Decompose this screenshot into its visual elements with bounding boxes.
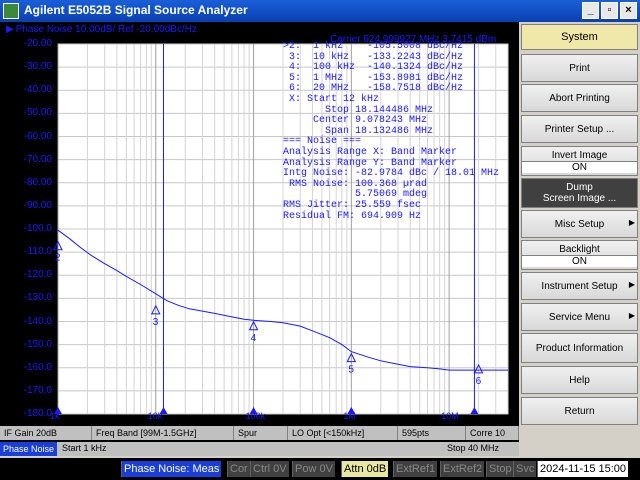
y-tick-label: -150.0 <box>23 338 52 350</box>
submenu-arrow-icon: ▶ <box>628 311 635 320</box>
printer-setup-button[interactable]: Printer Setup ... <box>521 115 638 143</box>
x-tick-label: 100k <box>245 411 266 421</box>
printer-setup-label: Printer Setup ... <box>544 123 615 135</box>
pow-status: Pow 0V <box>292 461 335 477</box>
y-tick-label: -140.0 <box>23 315 52 327</box>
softkey-panel: System Print Abort Printing Printer Setu… <box>519 22 640 458</box>
extref2-status: ExtRef2 <box>440 461 485 477</box>
abort-printing-button[interactable]: Abort Printing <box>521 84 638 112</box>
measurement-window[interactable]: ▶ Phase Noise 10.00dB/ Ref -20.00dBc/Hz C… <box>0 22 519 442</box>
submenu-arrow-icon: ▶ <box>628 218 635 227</box>
x-tick-label: 10k <box>147 411 163 421</box>
y-tick-label: -110.0 <box>24 246 52 258</box>
backlight-button[interactable]: Backlight ON <box>521 240 638 270</box>
sweep-status-bar: Phase Noise Start 1 kHz Stop 40 MHz <box>0 442 519 456</box>
start-freq[interactable]: Start 1 kHz <box>62 443 107 453</box>
product-information-label: Product Information <box>535 342 624 354</box>
invert-image-button[interactable]: Invert Image ON <box>521 146 638 176</box>
x-tick-label: 10M <box>441 411 459 421</box>
y-tick-label: -40.00 <box>23 84 52 96</box>
y-tick-label: -20.00 <box>23 38 52 49</box>
correction-status[interactable]: Corre 10 <box>466 426 519 440</box>
y-tick-label: -70.00 <box>23 153 52 165</box>
help-label: Help <box>569 374 590 386</box>
if-gain-status[interactable]: IF Gain 20dB <box>0 426 92 440</box>
spur-status[interactable]: Spur <box>234 426 288 440</box>
misc-setup-label: Misc Setup <box>554 218 605 230</box>
cor-status: Cor <box>227 461 250 477</box>
service-menu-button[interactable]: Service Menu ▶ <box>521 303 638 331</box>
svc-status: Svc <box>513 461 537 477</box>
window-titlebar: Agilent E5052B Signal Source Analyzer _ … <box>0 0 640 22</box>
minimize-button[interactable]: _ <box>582 2 599 19</box>
y-tick-label: -80.00 <box>23 176 52 188</box>
x-tick-label: 1M <box>343 411 356 421</box>
close-button[interactable]: × <box>620 2 637 19</box>
annotation-line: Analysis Range X: Band Marker <box>283 146 458 158</box>
print-button[interactable]: Print <box>521 54 638 82</box>
lo-opt-status[interactable]: LO Opt [<150kHz] <box>288 426 398 440</box>
service-menu-label: Service Menu <box>548 311 611 323</box>
points-status[interactable]: 595pts <box>398 426 466 440</box>
submenu-arrow-icon: ▶ <box>628 280 635 289</box>
maximize-button[interactable]: ▫ <box>601 2 618 19</box>
marker-label-5: 5 <box>348 365 354 376</box>
invert-image-state: ON <box>522 160 637 173</box>
misc-setup-button[interactable]: Misc Setup ▶ <box>521 210 638 238</box>
window-title: Agilent E5052B Signal Source Analyzer <box>24 3 248 17</box>
meas-status: Phase Noise: Meas <box>121 461 222 477</box>
marker-annotation-panel: >2: 1 kHz -105.5008 dBc/Hz 3: 10 kHz -13… <box>283 41 499 222</box>
stop-freq[interactable]: Stop 40 MHz <box>447 443 499 453</box>
instrument-setup-label: Instrument Setup <box>541 280 618 292</box>
y-tick-label: -30.00 <box>23 61 52 73</box>
y-tick-label: -90.00 <box>23 199 52 211</box>
dump-sub-label: Screen Image ... <box>542 193 617 204</box>
ctrl-status: Ctrl 0V <box>250 461 289 477</box>
softkey-header: System <box>521 24 638 50</box>
marker-label-2: 2 <box>55 253 61 264</box>
return-button[interactable]: Return <box>521 397 638 425</box>
backlight-state: ON <box>522 254 637 267</box>
marker-label-6: 6 <box>476 376 482 387</box>
x-tick-label: 1k <box>50 411 60 421</box>
y-tick-label: -60.00 <box>23 130 52 142</box>
freq-band-status[interactable]: Freq Band [99M-1.5GHz] <box>92 426 234 440</box>
y-tick-label: -100.0 <box>23 223 52 234</box>
channel-status-bar: IF Gain 20dB Freq Band [99M-1.5GHz] Spur… <box>0 426 519 440</box>
y-tick-label: -130.0 <box>23 292 52 304</box>
y-tick-label: -120.0 <box>23 269 52 281</box>
product-information-button[interactable]: Product Information <box>521 333 638 363</box>
annotation-line: Residual FM: 694.909 Hz <box>283 210 422 222</box>
invert-image-label: Invert Image <box>551 149 608 161</box>
y-tick-label: -180.0 <box>23 408 52 419</box>
print-label: Print <box>569 62 590 74</box>
marker-label-3: 3 <box>153 317 159 328</box>
y-tick-label: -50.00 <box>23 107 52 119</box>
instrument-setup-button[interactable]: Instrument Setup ▶ <box>521 272 638 300</box>
y-tick-label: -160.0 <box>23 361 52 373</box>
dump-label: Dump <box>566 182 593 193</box>
stop-status: Stop <box>486 461 514 477</box>
attn-status: Attn 0dB <box>341 461 389 477</box>
dump-screen-image-button[interactable]: Dump Screen Image ... <box>521 178 638 208</box>
help-button[interactable]: Help <box>521 366 638 394</box>
marker-label-4: 4 <box>251 333 257 344</box>
extref1-status: ExtRef1 <box>393 461 438 477</box>
backlight-label: Backlight <box>559 243 600 255</box>
instrument-status-bar: Phase Noise: Meas Cor Ctrl 0V Pow 0V Att… <box>0 458 640 480</box>
annotation-line: X: Start 12 kHz <box>283 93 380 105</box>
annotation-line: RMS Jitter: 25.559 fsec <box>283 199 422 211</box>
return-label: Return <box>564 405 595 417</box>
meas-name-badge: Phase Noise <box>0 442 58 456</box>
annotation-line: >2: 1 kHz -105.5008 dBc/Hz <box>283 41 464 52</box>
app-icon <box>3 3 19 19</box>
abort-printing-label: Abort Printing <box>549 92 610 104</box>
clock: 2024-11-15 15:00 <box>537 461 629 477</box>
y-tick-label: -170.0 <box>23 384 52 396</box>
